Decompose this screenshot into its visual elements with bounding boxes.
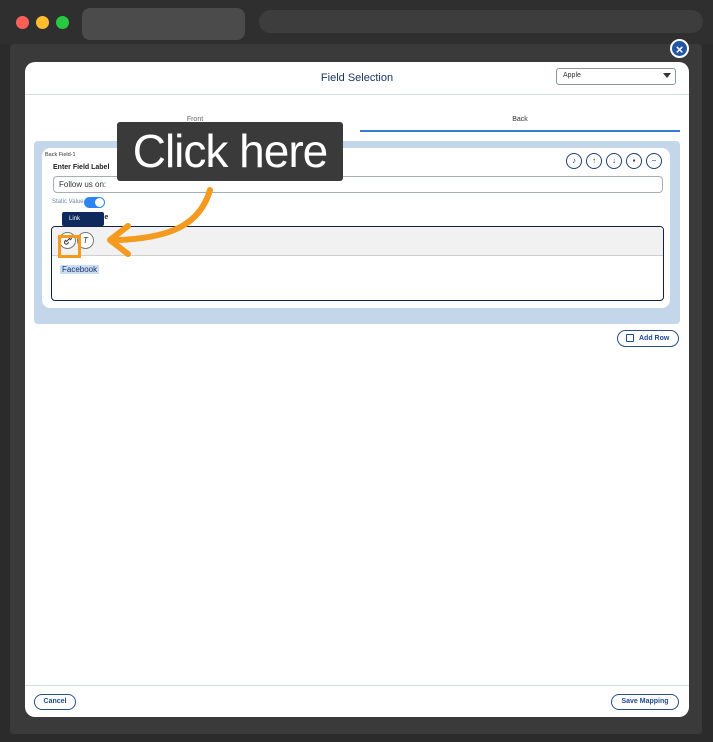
browser-tab[interactable] [82,8,245,40]
arrow-down-icon[interactable]: ↓ [606,153,622,169]
header-divider [25,94,689,95]
active-tab-indicator [360,130,680,132]
static-value-label: Static Value [52,199,84,205]
highlight-box [58,235,81,258]
click-here-callout: Click here [117,122,343,181]
add-row-icon [626,334,634,342]
minimize-window-button[interactable] [36,16,49,29]
tab-back[interactable]: Back [360,116,680,123]
close-modal-icon[interactable]: × [670,39,689,58]
field-actions: ♪ ↑ ↓ ▪ − [566,153,662,169]
close-window-button[interactable] [16,16,29,29]
window-titlebar [0,0,713,44]
rich-text-editor[interactable]: T Facebook [51,226,664,301]
device-select-value: Apple [563,72,581,79]
minus-icon[interactable]: − [646,153,662,169]
arrow-up-icon[interactable]: ↑ [586,153,602,169]
toggle-knob [95,198,104,207]
address-bar[interactable] [259,10,703,33]
editor-toolbar: T [52,227,663,256]
field-id: Back Field-1 [45,152,76,158]
save-mapping-button[interactable]: Save Mapping [611,694,679,710]
bell-icon[interactable]: ♪ [566,153,582,169]
trash-icon[interactable]: ▪ [626,153,642,169]
footer-divider [25,685,689,686]
chevron-down-icon [663,73,671,78]
add-row-label: Add Row [639,335,670,342]
cancel-button[interactable]: Cancel [34,694,76,710]
device-select[interactable]: Apple [556,68,676,85]
field-label-heading: Enter Field Label [53,164,110,171]
editor-content[interactable]: Facebook [60,265,100,274]
static-value-toggle[interactable] [84,197,105,208]
add-row-button[interactable]: Add Row [617,330,679,347]
maximize-window-button[interactable] [56,16,69,29]
link-tooltip: Link [62,212,104,226]
